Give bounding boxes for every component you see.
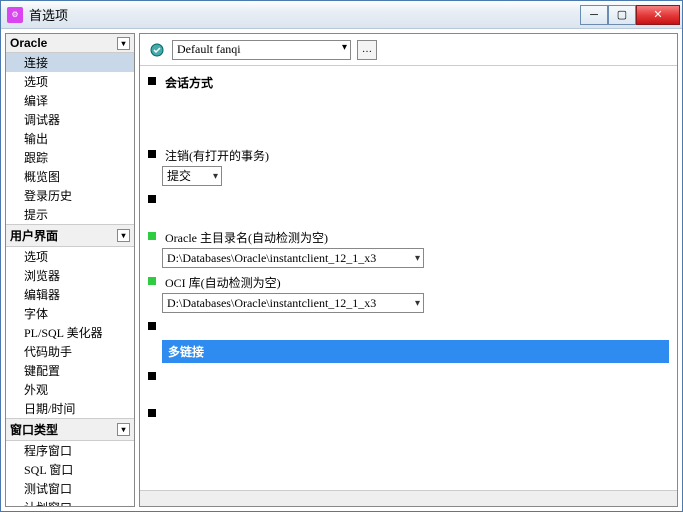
sidebar-item[interactable]: 编辑器 [6,285,134,304]
sidebar-item[interactable]: 选项 [6,72,134,91]
oracle-home-combo[interactable]: D:\Databases\Oracle\instantclient_12_1_x… [162,248,424,268]
toolbar: … [140,34,677,66]
sidebar-group-header[interactable]: Oracle ▾ [6,34,134,53]
logout-combo[interactable]: 提交 [162,166,222,186]
close-button[interactable]: ✕ [636,5,680,25]
marker-icon [148,77,156,85]
oracle-home-label: Oracle 主目录名(自动检测为空) [165,229,328,246]
sidebar-item[interactable]: 测试窗口 [6,479,134,498]
sidebar-group-label: 窗口类型 [10,421,58,438]
logout-label: 注销(有打开的事务) [165,147,269,164]
sidebar-item[interactable]: 选项 [6,247,134,266]
sidebar-item[interactable]: 键配置 [6,361,134,380]
marker-icon [148,232,156,240]
sidebar-item[interactable]: 概览图 [6,167,134,186]
sidebar-item[interactable]: 计划窗口 [6,498,134,506]
content-area[interactable]: 会话方式 注销(有打开的事务) 提交 Oracle 主目录名(自动检测为空) [140,66,677,490]
sidebar-item[interactable]: 跟踪 [6,148,134,167]
sidebar-item[interactable]: SQL 窗口 [6,460,134,479]
main-panel: … 会话方式 注销(有打开的事务) 提交 [139,33,678,507]
multi-link-header[interactable]: 多链接 [162,340,669,363]
minimize-button[interactable]: ─ [580,5,608,25]
sidebar-item[interactable]: 程序窗口 [6,441,134,460]
maximize-button[interactable]: ▢ [608,5,636,25]
sidebar-group-label: Oracle [10,36,47,50]
sidebar-item[interactable]: 字体 [6,304,134,323]
empty-row-2 [148,319,669,334]
preferences-window: ⚙ 首选项 ─ ▢ ✕ Oracle▾连接选项编译调试器输出跟踪概览图登录历史提… [0,0,683,512]
chevron-down-icon[interactable]: ▾ [117,37,130,50]
chevron-down-icon[interactable]: ▾ [117,229,130,242]
profile-select[interactable] [172,40,351,60]
session-mode-label: 会话方式 [165,74,213,91]
oracle-home-row: Oracle 主目录名(自动检测为空) D:\Databases\Oracle\… [148,229,669,268]
sidebar-item[interactable]: 编译 [6,91,134,110]
oci-label: OCI 库(自动检测为空) [165,274,281,291]
sidebar-group-header[interactable]: 用户界面 ▾ [6,224,134,247]
sidebar-list[interactable]: Oracle▾连接选项编译调试器输出跟踪概览图登录历史提示用户界面▾选项浏览器编… [6,34,134,506]
marker-icon [148,277,156,285]
profile-more-button[interactable]: … [357,40,377,60]
empty-row-3 [148,369,669,384]
app-icon: ⚙ [7,7,23,23]
sidebar-group-header[interactable]: 窗口类型 ▾ [6,418,134,441]
sidebar-item[interactable]: 连接 [6,53,134,72]
sidebar-item[interactable]: PL/SQL 美化器 [6,323,134,342]
sidebar-item[interactable]: 输出 [6,129,134,148]
marker-icon [148,195,156,203]
marker-icon [148,409,156,417]
horizontal-scrollbar[interactable] [140,490,677,506]
empty-row-1 [148,192,669,207]
sidebar: Oracle▾连接选项编译调试器输出跟踪概览图登录历史提示用户界面▾选项浏览器编… [5,33,135,507]
marker-icon [148,150,156,158]
empty-row-4 [148,406,669,421]
window-title: 首选项 [29,5,580,24]
marker-icon [148,372,156,380]
sidebar-item[interactable]: 登录历史 [6,186,134,205]
sidebar-item[interactable]: 浏览器 [6,266,134,285]
oci-combo[interactable]: D:\Databases\Oracle\instantclient_12_1_x… [162,293,424,313]
sidebar-item[interactable]: 日期/时间 [6,399,134,418]
sidebar-item[interactable]: 代码助手 [6,342,134,361]
window-buttons: ─ ▢ ✕ [580,5,680,25]
window-body: Oracle▾连接选项编译调试器输出跟踪概览图登录历史提示用户界面▾选项浏览器编… [1,29,682,511]
logout-row: 注销(有打开的事务) 提交 [148,147,669,186]
titlebar: ⚙ 首选项 ─ ▢ ✕ [1,1,682,29]
sidebar-item[interactable]: 调试器 [6,110,134,129]
sidebar-item[interactable]: 提示 [6,205,134,224]
oci-row: OCI 库(自动检测为空) D:\Databases\Oracle\instan… [148,274,669,313]
profile-icon [148,41,166,59]
marker-icon [148,322,156,330]
sidebar-item[interactable]: 外观 [6,380,134,399]
sidebar-group-label: 用户界面 [10,227,58,244]
chevron-down-icon[interactable]: ▾ [117,423,130,436]
session-mode-row: 会话方式 [148,74,669,91]
